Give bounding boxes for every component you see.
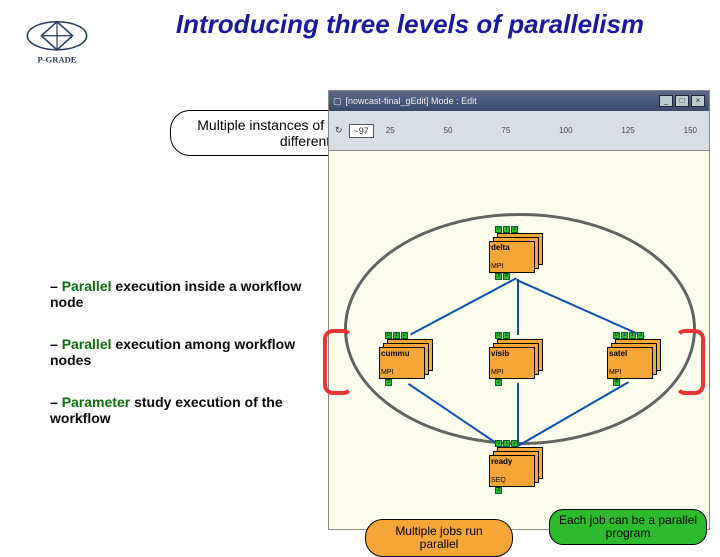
pgrade-logo: P-GRADE <box>18 18 96 66</box>
bullet-3: – Parameter study execution of the workf… <box>50 394 310 426</box>
node-ready[interactable]: 012 readySEQ 3 <box>489 447 543 487</box>
window-doc-icon: ▢ <box>333 96 342 107</box>
refresh-icon[interactable]: ↻ <box>335 125 343 136</box>
window-maximize-button[interactable]: □ <box>675 95 689 107</box>
bullet-2: – Parallel execution among workflow node… <box>50 336 310 368</box>
bullet-1: – Parallel execution inside a workflow n… <box>50 278 310 310</box>
workflow-editor-window: ▢ [nowcast-final_gEdit] Mode : Edit _ □ … <box>328 90 710 530</box>
bullet-list: – Parallel execution inside a workflow n… <box>50 278 310 452</box>
workflow-canvas[interactable]: 012 deltaMPI 34 012 cummuMPI 3 01 visibM… <box>329 151 709 529</box>
node-visib[interactable]: 01 visibMPI 2 <box>489 339 543 379</box>
zoom-field[interactable]: ~97 <box>349 124 374 138</box>
callout-multiple-jobs: Multiple jobs run parallel <box>365 519 513 557</box>
node-satel[interactable]: 0123 satelMPI 4 <box>607 339 661 379</box>
window-close-button[interactable]: × <box>691 95 705 107</box>
red-bracket-right <box>675 329 705 395</box>
window-titlebar: ▢ [nowcast-final_gEdit] Mode : Edit _ □ … <box>329 91 709 111</box>
window-title: [nowcast-final_gEdit] Mode : Edit <box>346 96 477 106</box>
node-cummu[interactable]: 012 cummuMPI 3 <box>379 339 433 379</box>
logo-text: P-GRADE <box>37 54 76 64</box>
slide-title: Introducing three levels of parallelism <box>120 10 700 40</box>
red-bracket-left <box>323 329 353 395</box>
window-minimize-button[interactable]: _ <box>659 95 673 107</box>
zoom-slider[interactable]: 255075100125150 <box>386 121 697 141</box>
node-delta[interactable]: 012 deltaMPI 34 <box>489 233 543 273</box>
editor-toolbar: ↻ ~97 255075100125150 <box>329 111 709 151</box>
